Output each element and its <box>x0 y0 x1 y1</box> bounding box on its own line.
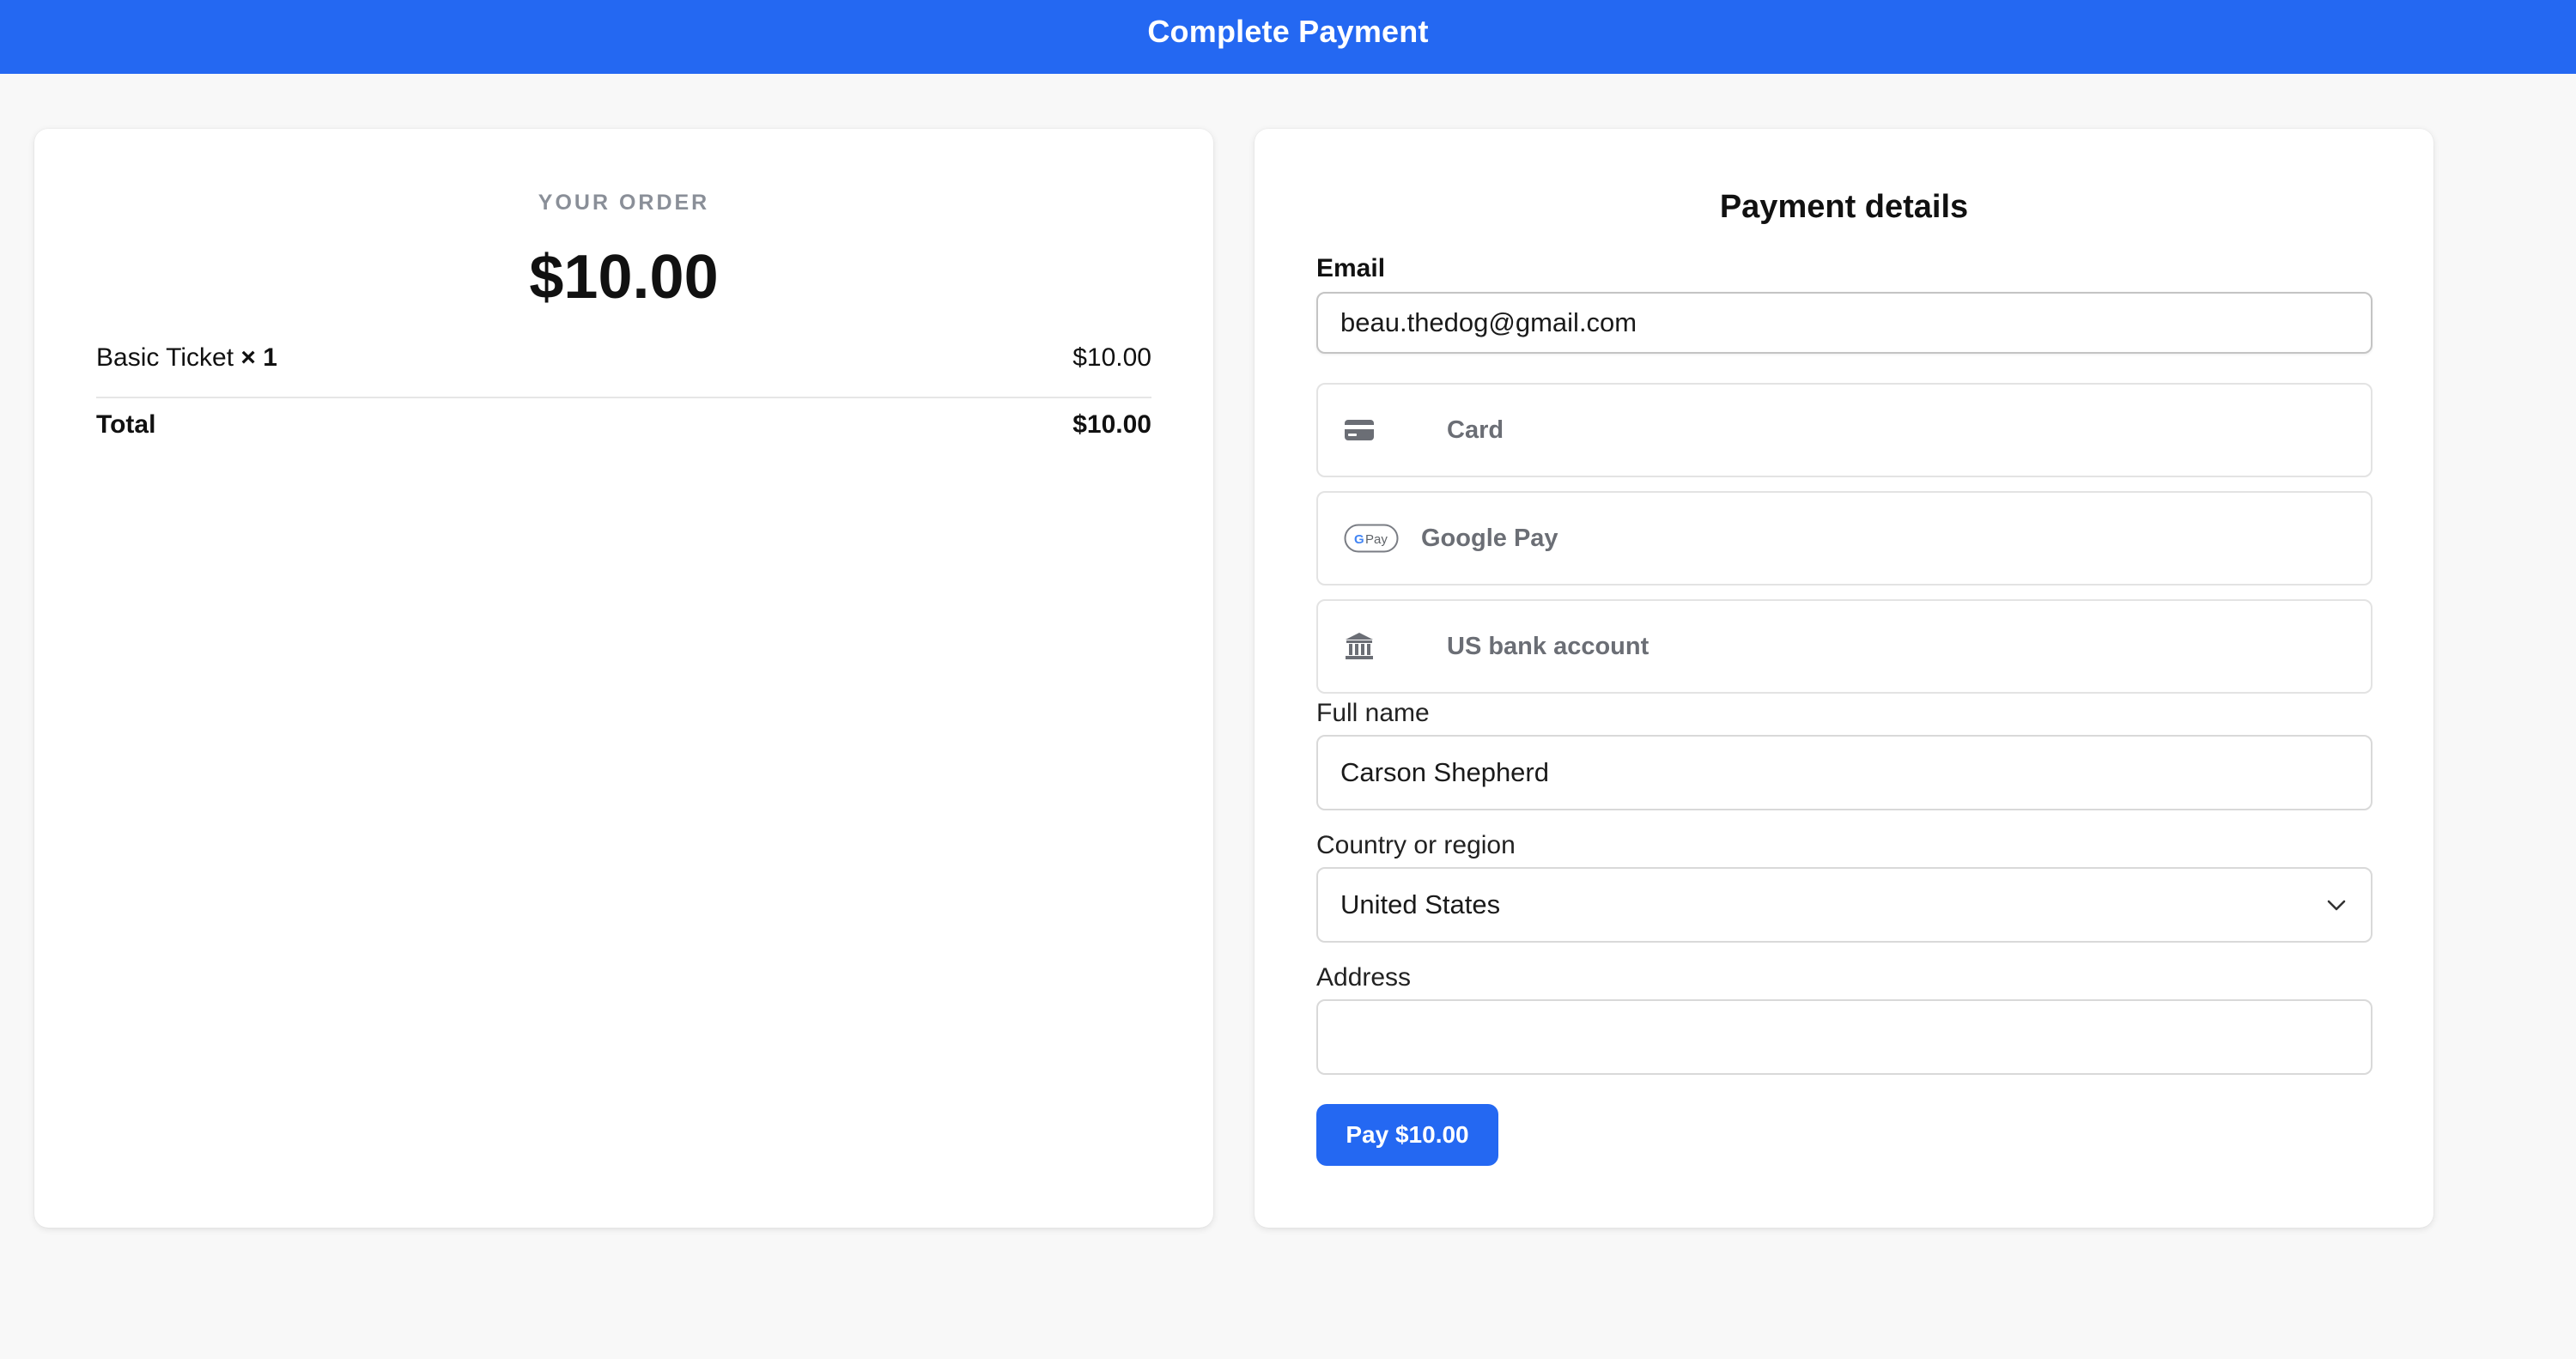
payment-method-google-pay-label: Google Pay <box>1421 524 1558 552</box>
line-item: Basic Ticket × 1 $10.00 <box>96 343 1151 373</box>
full-name-field[interactable]: Carson Shepherd <box>1316 735 2372 810</box>
payment-method-card-label: Card <box>1447 416 1504 444</box>
order-eyebrow: YOUR ORDER <box>538 191 710 215</box>
payment-method-us-bank[interactable]: US bank account <box>1316 599 2372 694</box>
full-name-label: Full name <box>1316 699 1430 727</box>
page-title: Complete Payment <box>1147 14 1429 49</box>
payment-details-title: Payment details <box>1719 189 1969 225</box>
country-select-value: United States <box>1340 889 1501 919</box>
bank-icon <box>1344 628 1399 665</box>
total-row: Total $10.00 <box>96 410 1151 440</box>
address-field[interactable] <box>1316 999 2372 1075</box>
line-item-description: Basic Ticket × 1 <box>96 343 277 373</box>
google-pay-icon: G Pay <box>1344 519 1399 557</box>
payment-method-us-bank-label: US bank account <box>1447 632 1649 660</box>
address-label: Address <box>1316 963 1412 992</box>
line-item-quantity: × 1 <box>240 343 277 372</box>
svg-text:Pay: Pay <box>1365 532 1388 547</box>
credit-card-icon <box>1344 411 1399 449</box>
total-value: $10.00 <box>1072 410 1151 439</box>
email-label: Email <box>1316 254 1386 282</box>
order-amount: $10.00 <box>529 243 719 312</box>
country-label: Country or region <box>1316 831 1516 859</box>
order-summary-card: YOUR ORDER $10.00 Basic Ticket × 1 $10.0… <box>34 129 1213 1228</box>
pay-button[interactable]: Pay $10.00 <box>1316 1104 1498 1166</box>
payment-details-card: Payment details Email beau.thedog@gmail.… <box>1255 129 2433 1228</box>
payment-method-google-pay[interactable]: G Pay Google Pay <box>1316 491 2372 585</box>
line-item-price: $10.00 <box>1072 343 1151 372</box>
order-divider <box>96 397 1151 398</box>
total-label: Total <box>96 410 156 439</box>
country-select[interactable]: United States <box>1316 867 2372 943</box>
email-field[interactable]: beau.thedog@gmail.com <box>1316 292 2372 354</box>
line-item-name: Basic Ticket <box>96 343 234 372</box>
svg-text:G: G <box>1354 532 1364 547</box>
header-bar: Complete Payment <box>0 0 2576 74</box>
payment-method-card[interactable]: Card <box>1316 383 2372 477</box>
chevron-down-icon <box>2324 893 2348 917</box>
